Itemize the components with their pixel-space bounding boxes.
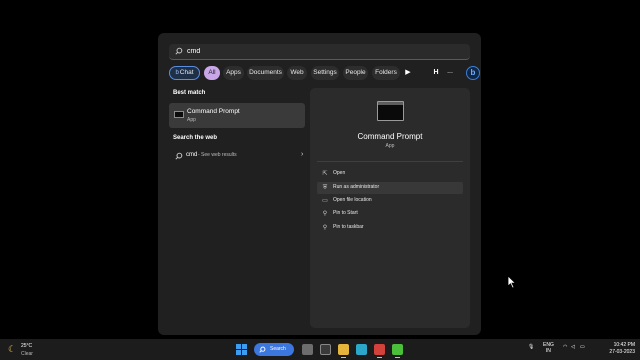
web-sub: - See web results [198,152,237,158]
folder-icon: ▭ [322,198,328,204]
chevron-right-icon: › [301,151,304,158]
language-indicator[interactable]: ENG IN [543,342,554,354]
mic-icon[interactable]: 🎙 [528,344,534,350]
app-icon[interactable] [374,344,385,358]
wifi-icon[interactable]: ◠ [563,344,567,350]
moon-icon: ☾ [8,344,17,354]
command-prompt-icon [174,111,184,118]
speaker-icon[interactable]: ◁ [571,344,575,350]
pin-icon: ⚲ [322,225,328,231]
filter-all[interactable]: All [204,66,220,80]
filter-chat[interactable]: bChat [169,66,200,80]
taskbar: ☾ 25°C Clear Search 🎙 ENG IN ◠ ◁ ▭ 10:42… [0,339,640,360]
windows-icon[interactable] [236,344,247,355]
search-icon [175,47,183,55]
details-title: Command Prompt [357,132,423,141]
weather-temp: 25°C [21,343,33,349]
divider [317,161,463,162]
h-button[interactable]: H [430,66,442,80]
pin-icon: ⚲ [322,211,328,217]
search-web-heading: Search the web [173,135,218,141]
filter-bar: bChat All Apps Documents Web Settings Pe… [169,66,480,80]
bing-chat-icon: b [175,70,179,76]
filter-people[interactable]: People [343,66,368,80]
filter-label: Chat [179,69,194,76]
web-query: cmd [186,152,198,158]
action-label: Open file location [333,197,372,203]
search-icon [175,152,183,160]
shield-icon: ⛨ [322,185,328,191]
best-match-result[interactable]: Command Prompt App [169,103,305,128]
web-result[interactable]: cmd - See web results › [169,148,305,164]
bing-icon[interactable]: b [466,66,480,80]
action-open[interactable]: ⇱ Open [317,168,463,180]
details-pane: Command Prompt App ⇱ Open ⛨ Run as admin… [310,88,517,328]
more-filters-play-icon[interactable]: ▶ [403,66,413,80]
weather-widget[interactable]: ☾ 25°C Clear [6,342,46,358]
filter-web[interactable]: Web [287,66,307,80]
clock[interactable]: 10:42 PM 27-03-2023 [595,342,635,356]
app-icon[interactable] [320,344,331,355]
best-match-heading: Best match [173,90,206,96]
task-view-icon[interactable] [302,344,313,355]
action-label: Open [333,170,346,176]
filter-documents[interactable]: Documents [247,66,284,80]
action-run-as-admin[interactable]: ⛨ Run as administrator [317,182,463,194]
taskbar-search-label: Search [270,346,286,352]
time: 10:42 PM [613,342,635,348]
action-label: Run as administrator [333,184,380,190]
language-line2: IN [545,348,551,354]
result-kind: App [187,117,196,123]
action-pin-to-start[interactable]: ⚲ Pin to Start [317,208,463,220]
search-icon [259,346,266,353]
file-explorer-icon[interactable] [338,344,349,358]
action-open-file-location[interactable]: ▭ Open file location [317,195,463,207]
app-icon[interactable] [356,344,367,355]
filter-folders[interactable]: Folders [372,66,400,80]
filter-apps[interactable]: Apps [223,66,244,80]
start-menu-search-panel: bChat All Apps Documents Web Settings Pe… [158,33,517,335]
date: 27-03-2023 [609,349,635,355]
weather-condition: Clear [21,351,33,357]
search-input[interactable] [187,44,457,59]
command-prompt-large-icon [377,101,404,121]
mouse-cursor-icon [507,275,517,289]
results-list: Best match Command Prompt App Search the… [169,88,309,328]
result-name: Command Prompt [187,108,240,115]
action-pin-to-taskbar[interactable]: ⚲ Pin to taskbar [317,222,463,234]
app-icon[interactable] [392,344,403,358]
action-label: Pin to Start [333,210,358,216]
filter-settings[interactable]: Settings [311,66,339,80]
search-box[interactable] [169,44,470,60]
battery-icon[interactable]: ▭ [580,344,585,350]
action-label: Pin to taskbar [333,224,364,230]
open-icon: ⇱ [322,171,328,177]
taskbar-search-button[interactable]: Search [254,343,294,356]
more-options-button[interactable]: ... [445,66,455,80]
details-kind: App [385,143,395,149]
